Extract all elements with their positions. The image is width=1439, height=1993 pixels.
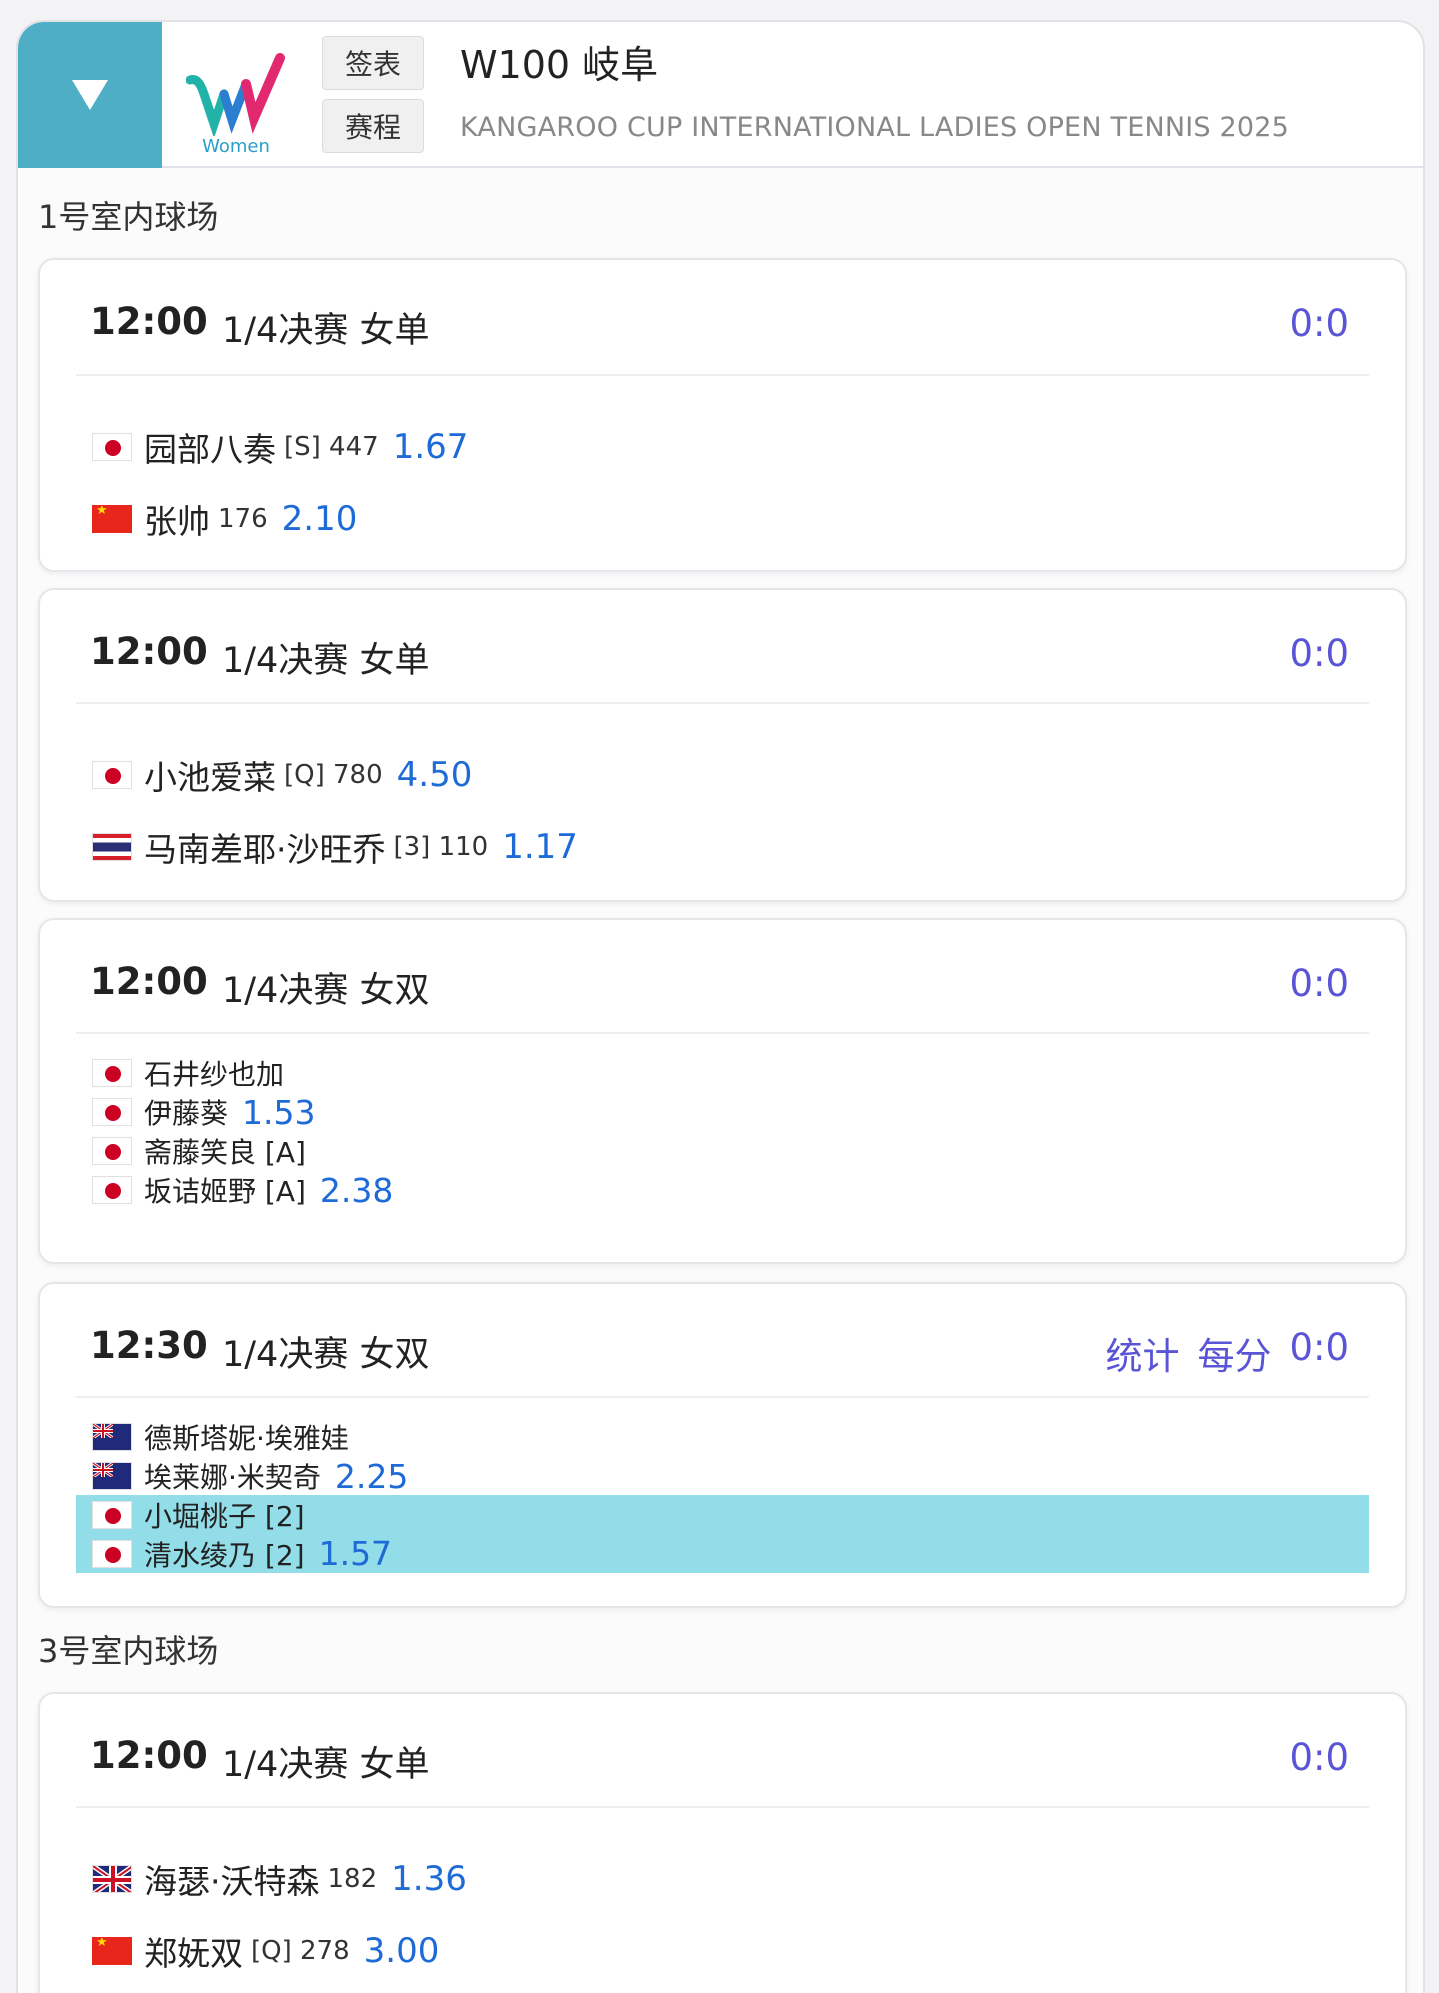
player-odds[interactable]: 4.50 xyxy=(397,755,473,795)
player-name: 小池爱菜 xyxy=(144,758,276,797)
player-rank: 182 xyxy=(327,1864,378,1894)
match-score[interactable]: 0:0 xyxy=(1289,962,1349,1005)
tournament-subtitle: KANGAROO CUP INTERNATIONAL LADIES OPEN T… xyxy=(460,112,1290,143)
divider xyxy=(76,1032,1369,1034)
player-odds[interactable]: 1.36 xyxy=(391,1859,467,1899)
divider xyxy=(76,1396,1369,1398)
japan-flag-icon xyxy=(92,1539,132,1568)
stats-link[interactable]: 统计 xyxy=(1105,1326,1179,1380)
match-time: 12:00 xyxy=(90,1734,208,1777)
app-frame: Women 签表 赛程 W100 岐阜 KANGAROO CUP INTERNA… xyxy=(16,20,1425,1993)
player-row[interactable]: 德斯塔妮·埃雅娃 xyxy=(76,1418,1369,1456)
court-label: 3号室内球场 xyxy=(38,1632,219,1670)
player-name: 郑妩双 xyxy=(144,1934,243,1973)
player-odds[interactable]: 1.17 xyxy=(502,827,578,867)
australia-flag-icon xyxy=(92,1423,132,1451)
player-row[interactable]: 张帅 176 2.10 xyxy=(76,494,1369,544)
match-score[interactable]: 0:0 xyxy=(1289,1326,1349,1380)
player-name: 德斯塔妮·埃雅娃 xyxy=(144,1422,349,1455)
player-row[interactable]: 园部八奏 [S] 447 1.67 xyxy=(76,422,1369,472)
match-score[interactable]: 0:0 xyxy=(1289,632,1349,675)
japan-flag-icon xyxy=(92,1098,132,1126)
japan-flag-icon xyxy=(92,1500,132,1529)
player-name: 清水绫乃 [2] xyxy=(144,1538,305,1572)
player-name: 坂诘姬野 [A] xyxy=(144,1175,306,1208)
match-round: 1/4决赛 女双 xyxy=(222,1335,430,1375)
player-row[interactable]: 坂诘姬野 [A] 2.38 xyxy=(76,1171,1369,1210)
uk-flag-icon xyxy=(92,1865,132,1893)
match-card[interactable]: 12:00 1/4决赛 女单 0:0 小池爱菜 [Q] 780 4.50 马南差… xyxy=(38,588,1407,902)
match-time: 12:30 xyxy=(90,1324,208,1367)
player-row: 清水绫乃 [2] 1.57 xyxy=(76,1534,392,1573)
player-row[interactable]: 石井纱也加 xyxy=(76,1054,1369,1092)
player-row[interactable]: 埃莱娜·米契奇 2.25 xyxy=(76,1457,1369,1496)
match-time: 12:00 xyxy=(90,300,208,343)
player-row[interactable]: 伊藤葵 1.53 xyxy=(76,1093,1369,1132)
match-round: 1/4决赛 女双 xyxy=(222,971,430,1011)
japan-flag-icon xyxy=(92,1137,132,1165)
thailand-flag-icon xyxy=(92,833,132,861)
team-odds[interactable]: 1.57 xyxy=(319,1534,392,1573)
divider xyxy=(76,702,1369,704)
china-flag-icon xyxy=(92,1937,132,1965)
court-label: 1号室内球场 xyxy=(38,198,219,236)
team-odds[interactable]: 2.38 xyxy=(320,1171,393,1210)
player-name: 小堀桃子 [2] xyxy=(144,1499,305,1533)
divider xyxy=(76,374,1369,376)
match-card[interactable]: 12:00 1/4决赛 女单 0:0 海瑟·沃特森 182 1.36 郑妩双 [… xyxy=(38,1692,1407,1993)
player-rank: [3] 110 xyxy=(393,832,489,862)
logo-w-mark xyxy=(185,53,285,139)
player-rank: [S] 447 xyxy=(284,432,379,462)
player-row[interactable]: 郑妩双 [Q] 278 3.00 xyxy=(76,1926,1369,1976)
match-round: 1/4决赛 女单 xyxy=(222,311,430,351)
collapse-toggle-button[interactable] xyxy=(18,22,162,168)
triangle-down-icon xyxy=(72,80,108,110)
player-row[interactable]: 小池爱菜 [Q] 780 4.50 xyxy=(76,750,1369,800)
team-odds[interactable]: 1.53 xyxy=(242,1093,315,1132)
japan-flag-icon xyxy=(92,1176,132,1204)
player-name: 斋藤笑良 [A] xyxy=(144,1136,306,1169)
schedule-button[interactable]: 赛程 xyxy=(322,99,424,153)
wta-women-logo: Women xyxy=(185,50,286,157)
player-row: 小堀桃子 [2] xyxy=(76,1495,305,1534)
player-odds[interactable]: 3.00 xyxy=(364,1931,440,1971)
match-round: 1/4决赛 女单 xyxy=(222,1745,430,1785)
player-name: 伊藤葵 xyxy=(144,1097,229,1130)
divider xyxy=(76,1806,1369,1808)
player-name: 园部八奏 xyxy=(144,430,276,469)
player-row[interactable]: 斋藤笑良 [A] xyxy=(76,1132,1369,1170)
match-score[interactable]: 0:0 xyxy=(1289,302,1349,345)
match-card[interactable]: 12:00 1/4决赛 女单 0:0 园部八奏 [S] 447 1.67 张帅 … xyxy=(38,258,1407,572)
japan-flag-icon xyxy=(92,433,132,461)
match-round: 1/4决赛 女单 xyxy=(222,641,430,681)
match-card[interactable]: 12:00 1/4决赛 女双 0:0 石井纱也加 伊藤葵 1.53 斋藤笑良 [… xyxy=(38,918,1407,1264)
tournament-header: Women 签表 赛程 W100 岐阜 KANGAROO CUP INTERNA… xyxy=(18,22,1423,168)
player-rank: [Q] 780 xyxy=(284,760,383,790)
australia-flag-icon xyxy=(92,1462,132,1490)
china-flag-icon xyxy=(92,505,132,533)
player-rank: 176 xyxy=(218,504,268,534)
player-name: 张帅 xyxy=(144,502,210,541)
player-row[interactable]: 海瑟·沃特森 182 1.36 xyxy=(76,1854,1369,1904)
per-point-link[interactable]: 每分 xyxy=(1197,1326,1271,1380)
player-name: 海瑟·沃特森 xyxy=(144,1862,320,1901)
logo-label: Women xyxy=(202,136,270,157)
match-time: 12:00 xyxy=(90,630,208,673)
player-name: 石井纱也加 xyxy=(144,1058,285,1091)
player-name: 埃莱娜·米契奇 xyxy=(144,1461,321,1494)
player-name: 马南差耶·沙旺乔 xyxy=(144,830,386,869)
japan-flag-icon xyxy=(92,1059,132,1087)
match-card[interactable]: 12:30 1/4决赛 女双 统计 每分 0:0 德斯塔妮·埃雅娃 埃莱娜·米契… xyxy=(38,1282,1407,1608)
player-odds[interactable]: 2.10 xyxy=(282,499,358,539)
tournament-title: W100 岐阜 xyxy=(460,43,659,87)
player-rank: [Q] 278 xyxy=(251,1936,350,1966)
player-odds[interactable]: 1.67 xyxy=(393,427,469,467)
match-time: 12:00 xyxy=(90,960,208,1003)
draw-button[interactable]: 签表 xyxy=(322,36,424,90)
player-row[interactable]: 马南差耶·沙旺乔 [3] 110 1.17 xyxy=(76,822,1369,872)
team-odds[interactable]: 2.25 xyxy=(335,1457,408,1496)
japan-flag-icon xyxy=(92,761,132,789)
match-score[interactable]: 0:0 xyxy=(1289,1736,1349,1779)
highlighted-team[interactable]: 小堀桃子 [2] 清水绫乃 [2] 1.57 xyxy=(76,1495,1369,1573)
